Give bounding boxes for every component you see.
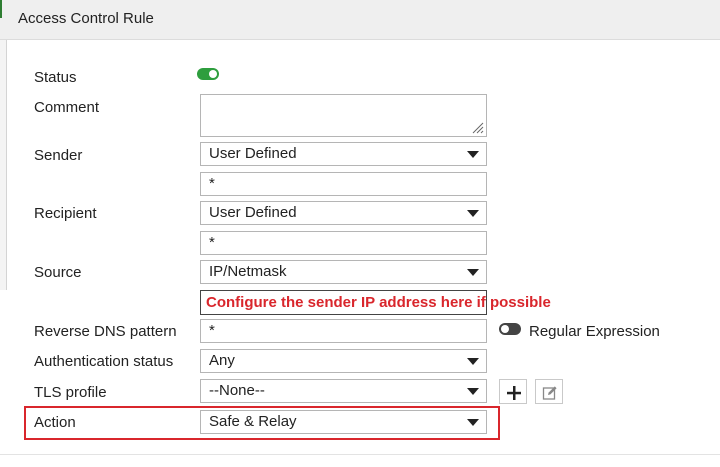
caret-down-icon (467, 210, 479, 217)
comment-textarea[interactable] (200, 94, 487, 137)
recipient-value: * (209, 234, 215, 251)
tls-profile-select[interactable]: --None-- (200, 379, 487, 403)
annotation-text: Configure the sender IP address here if … (206, 294, 551, 311)
recipient-label: Recipient (34, 205, 97, 222)
edit-tls-profile-button[interactable] (535, 379, 563, 404)
action-select[interactable]: Safe & Relay (200, 410, 487, 434)
sender-select[interactable]: User Defined (200, 142, 487, 166)
comment-label: Comment (34, 99, 100, 116)
dialog-title: Access Control Rule (18, 10, 154, 27)
reverse-dns-value: * (209, 322, 215, 339)
sender-input[interactable]: * (200, 172, 487, 196)
caret-down-icon (467, 151, 479, 158)
action-selected: Safe & Relay (209, 413, 297, 430)
auth-status-select[interactable]: Any (200, 349, 487, 373)
regex-label: Regular Expression (529, 323, 660, 340)
sender-value: * (209, 175, 215, 192)
caret-down-icon (467, 269, 479, 276)
tls-profile-selected: --None-- (209, 382, 265, 399)
status-toggle[interactable] (197, 68, 219, 80)
caret-down-icon (467, 388, 479, 395)
resize-grip-icon[interactable] (471, 121, 484, 134)
recipient-input[interactable]: * (200, 231, 487, 255)
recipient-selected: User Defined (209, 204, 297, 221)
regex-toggle[interactable] (499, 323, 521, 335)
caret-down-icon (467, 419, 479, 426)
plus-icon (507, 386, 521, 400)
sender-selected: User Defined (209, 145, 297, 162)
status-label: Status (34, 69, 77, 86)
source-select[interactable]: IP/Netmask (200, 260, 487, 284)
reverse-dns-label: Reverse DNS pattern (34, 323, 177, 340)
caret-down-icon (467, 358, 479, 365)
auth-status-selected: Any (209, 352, 235, 369)
tls-profile-label: TLS profile (34, 384, 107, 401)
background-edge (0, 0, 2, 18)
edit-icon (542, 386, 557, 400)
add-tls-profile-button[interactable] (499, 379, 527, 404)
source-selected: IP/Netmask (209, 263, 287, 280)
action-label: Action (34, 414, 76, 431)
background-panel-edge (0, 40, 7, 290)
sender-label: Sender (34, 147, 83, 164)
dialog-header: Access Control Rule (0, 0, 720, 40)
reverse-dns-input[interactable]: * (200, 319, 487, 343)
sender-ip-annotation: Configure the sender IP address here if … (200, 290, 551, 315)
source-label: Source (34, 264, 82, 281)
divider (0, 454, 720, 455)
recipient-select[interactable]: User Defined (200, 201, 487, 225)
auth-status-label: Authentication status (34, 353, 174, 370)
